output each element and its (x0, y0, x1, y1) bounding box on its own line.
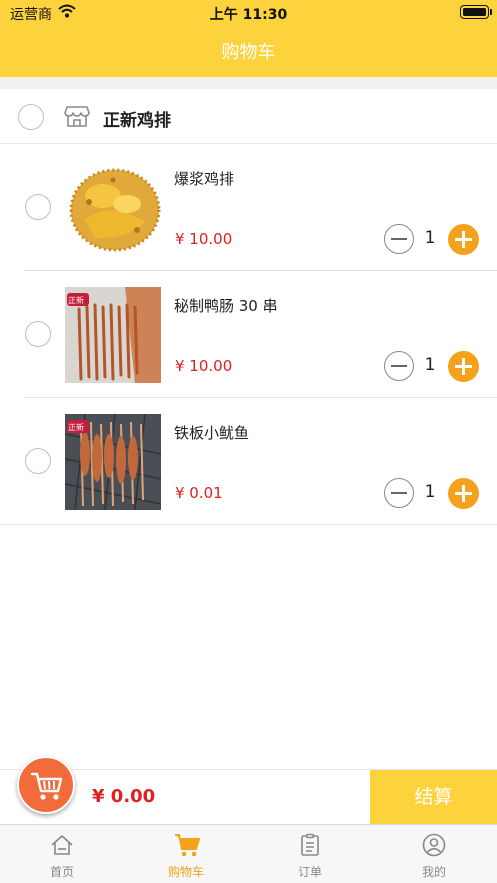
page-title: 购物车 (221, 42, 276, 63)
increase-quantity-button[interactable] (448, 478, 479, 509)
tab-home[interactable]: 首页 (0, 825, 124, 883)
tab-label: 订单 (297, 865, 322, 879)
tab-label: 首页 (49, 865, 74, 879)
new-badge: 正新 (68, 296, 84, 305)
tab-orders[interactable]: 订单 (248, 825, 372, 883)
item-price: ¥ 10.00 (175, 357, 233, 375)
cart-item: 爆浆鸡排 ¥ 10.00 1 (0, 144, 497, 271)
battery-icon (460, 5, 492, 19)
home-icon (50, 833, 74, 857)
status-time: 上午 11:30 (209, 7, 288, 23)
profile-icon (422, 833, 446, 857)
shop-row: 正新鸡排 (0, 89, 497, 144)
decrease-quantity-button[interactable] (384, 478, 414, 508)
item-name: 铁板小鱿鱼 (174, 424, 250, 442)
item-quantity: 1 (424, 355, 436, 375)
cart-item: 正新 铁板小鱿鱼 ¥ 0.01 1 (0, 398, 497, 525)
checkout-bar: ¥ 0.00 结算 (0, 769, 497, 825)
store-icon (64, 103, 90, 129)
separator-strip (0, 77, 497, 89)
status-bar: 运营商 上午 11:30 (0, 0, 497, 26)
order-icon (298, 833, 322, 857)
top-bar: 运营商 上午 11:30 购物车 (0, 0, 497, 77)
product-image[interactable] (65, 160, 161, 256)
decrease-quantity-button[interactable] (384, 351, 414, 381)
divider (0, 524, 497, 525)
tab-label: 购物车 (167, 865, 204, 879)
tab-cart[interactable]: 购物车 (124, 825, 248, 883)
shop-name: 正新鸡排 (103, 111, 171, 131)
total-price: ¥ 0.00 (92, 786, 156, 807)
cart-icon (174, 833, 200, 857)
product-image[interactable]: 正新 (65, 414, 161, 510)
shop-select-radio[interactable] (18, 104, 44, 130)
tab-bar: 首页 购物车 订单 我的 (0, 824, 497, 883)
item-select-radio[interactable] (25, 321, 51, 347)
item-name: 爆浆鸡排 (174, 170, 235, 188)
item-select-radio[interactable] (25, 194, 51, 220)
increase-quantity-button[interactable] (448, 224, 479, 255)
cart-button[interactable] (17, 756, 75, 814)
settle-button[interactable]: 结算 (370, 770, 497, 825)
item-name: 秘制鸭肠 30 串 (174, 297, 278, 315)
item-select-radio[interactable] (25, 448, 51, 474)
cart-icon (30, 770, 64, 806)
product-image[interactable]: 正新 (65, 287, 161, 383)
item-price: ¥ 10.00 (175, 230, 233, 248)
cart-item: 正新 秘制鸭肠 30 串 ¥ 10.00 1 (0, 271, 497, 398)
item-quantity: 1 (424, 228, 436, 248)
tab-label: 我的 (421, 865, 446, 879)
tab-profile[interactable]: 我的 (372, 825, 496, 883)
item-price: ¥ 0.01 (175, 484, 223, 502)
item-quantity: 1 (424, 482, 436, 502)
new-badge: 正新 (68, 423, 84, 432)
decrease-quantity-button[interactable] (384, 224, 414, 254)
increase-quantity-button[interactable] (448, 351, 479, 382)
